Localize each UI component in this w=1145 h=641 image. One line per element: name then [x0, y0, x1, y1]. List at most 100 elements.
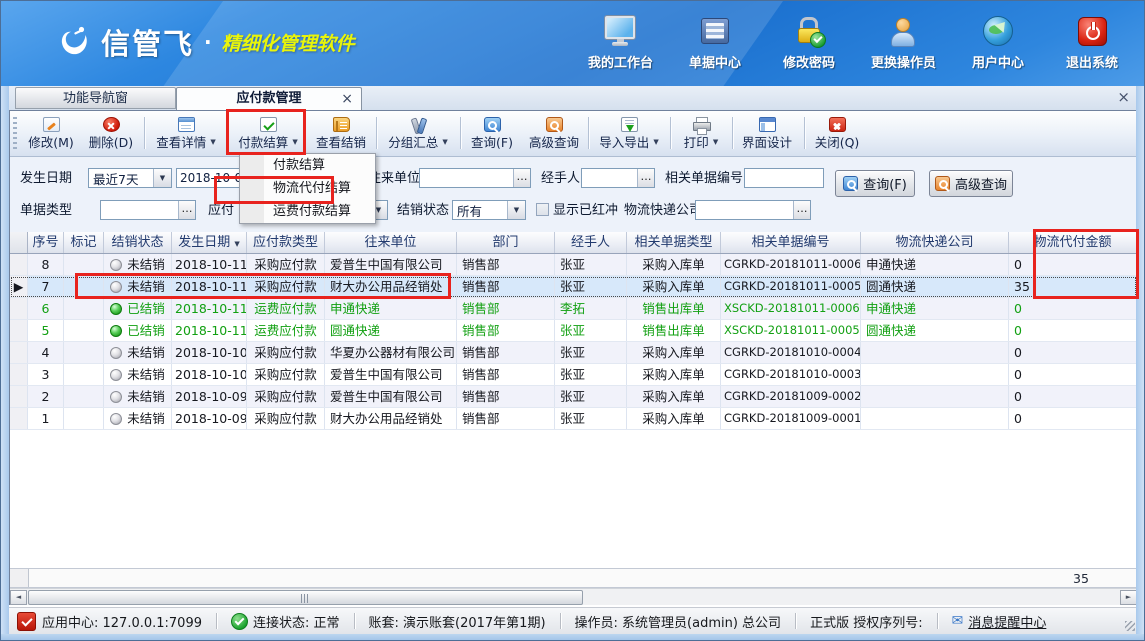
- column-header[interactable]: 发生日期▼: [172, 232, 247, 253]
- row-selector: [10, 364, 28, 385]
- table-row[interactable]: 5已结销2018-10-11运费应付款圆通快递销售部张亚销售出库单XSCKD-2…: [10, 320, 1137, 342]
- statusbar-separator: [354, 613, 355, 629]
- scroll-right-icon[interactable]: ►: [1120, 590, 1137, 605]
- cell-amount: 0: [1009, 298, 1137, 319]
- handler-input[interactable]: [582, 170, 637, 186]
- group-summary-button[interactable]: 分组汇总▼: [382, 114, 454, 153]
- view-writeoff-button[interactable]: 查看结销: [310, 114, 372, 153]
- nav-item-change-password[interactable]: 修改密码: [777, 15, 841, 71]
- toolbar-grip[interactable]: [13, 117, 17, 149]
- import-export-button[interactable]: 导入导出▼: [592, 114, 666, 153]
- cell-seq: 3: [28, 364, 64, 385]
- print-button[interactable]: 打印▼: [674, 114, 728, 153]
- cell-amount: 0: [1009, 320, 1137, 341]
- tab-function-nav[interactable]: 功能导航窗: [15, 87, 176, 109]
- column-header[interactable]: 物流代付金额: [1009, 232, 1137, 253]
- nav-item-exit-system[interactable]: 退出系统: [1060, 15, 1124, 71]
- column-header[interactable]: 经手人: [555, 232, 627, 253]
- column-header[interactable]: 应付款类型: [247, 232, 325, 253]
- menu-item-freight-settle[interactable]: 运费付款结算: [240, 200, 375, 223]
- cell-logistics: [861, 364, 1009, 385]
- nav-item-switch-operator[interactable]: 更换操作员: [871, 15, 936, 71]
- column-header[interactable]: 相关单据编号: [721, 232, 861, 253]
- column-header[interactable]: 序号: [28, 232, 64, 253]
- adv-query-button-toolbar[interactable]: 高级查询: [524, 114, 584, 153]
- logistics-lookup-button[interactable]: …: [793, 201, 810, 219]
- table-row[interactable]: 3未结销2018-10-10采购应付款爱普生中国有限公司销售部张亚采购入库单CG…: [10, 364, 1137, 386]
- menu-item-payment-settle[interactable]: 付款结算: [240, 154, 375, 177]
- delete-button[interactable]: 删除(D): [82, 114, 140, 153]
- doc-type-lookup-button[interactable]: …: [178, 201, 195, 219]
- close-button[interactable]: 关闭(Q): [808, 114, 866, 153]
- column-header[interactable]: 部门: [457, 232, 555, 253]
- cell-date: 2018-10-10: [172, 342, 247, 363]
- cell-date: 2018-10-11: [172, 276, 247, 297]
- edit-button[interactable]: 修改(M): [22, 114, 80, 153]
- cell-doc_no: CGRKD-20181010-0003: [721, 364, 861, 385]
- row-selector: [10, 408, 28, 429]
- column-header[interactable]: 标记: [64, 232, 104, 253]
- logistics-field[interactable]: …: [695, 200, 811, 220]
- column-header[interactable]: 结销状态: [104, 232, 172, 253]
- unsettled-status-icon: [110, 391, 122, 403]
- settle-status-select[interactable]: 所有 ▼: [452, 200, 526, 220]
- query-button[interactable]: 查询(F): [835, 170, 915, 197]
- chevron-down-icon[interactable]: ▼: [507, 201, 525, 219]
- handler-field[interactable]: …: [581, 168, 655, 188]
- partner-input[interactable]: [420, 170, 513, 186]
- cell-dept: 销售部: [457, 320, 555, 341]
- scrollbar-thumb[interactable]: [28, 590, 583, 605]
- cell-mark: [64, 408, 104, 429]
- view-detail-icon: [178, 117, 195, 132]
- view-detail-button[interactable]: 查看详情▼: [148, 114, 224, 153]
- payment-settle-button[interactable]: 付款结算▼: [230, 114, 306, 153]
- unsettled-status-icon: [110, 413, 122, 425]
- table-row[interactable]: ▶7未结销2018-10-11采购应付款财大办公用品经销处销售部张亚采购入库单C…: [10, 276, 1137, 298]
- tab-close-icon[interactable]: ×: [341, 88, 353, 110]
- nav-item-user-center[interactable]: 用户中心: [966, 15, 1030, 71]
- logistics-input[interactable]: [696, 202, 793, 218]
- column-header[interactable]: 相关单据类型: [627, 232, 721, 253]
- table-row[interactable]: 2未结销2018-10-09采购应付款爱普生中国有限公司销售部张亚采购入库单CG…: [10, 386, 1137, 408]
- table-row[interactable]: 6已结销2018-10-11运费应付款申通快递销售部李拓销售出库单XSCKD-2…: [10, 298, 1137, 320]
- tab-payables-management[interactable]: 应付款管理 ×: [176, 87, 362, 110]
- table-row[interactable]: 4未结销2018-10-10采购应付款华夏办公器材有限公司销售部张亚采购入库单C…: [10, 342, 1137, 364]
- toolbar-separator: [376, 117, 377, 149]
- toolbar-separator: [226, 117, 227, 149]
- handler-lookup-button[interactable]: …: [637, 169, 654, 187]
- table-row[interactable]: 1未结销2018-10-09采购应付款财大办公用品经销处销售部张亚采购入库单CG…: [10, 408, 1137, 430]
- tabstrip-close-icon[interactable]: ×: [1117, 88, 1130, 106]
- main-frame: 修改(M) 删除(D) 查看详情▼ 付款结算▼ 查看结销: [9, 110, 1138, 605]
- message-center-link[interactable]: 消息提醒中心: [968, 612, 1046, 631]
- nav-item-workstation[interactable]: 我的工作台: [588, 15, 653, 71]
- adv-query-button[interactable]: 高级查询: [929, 170, 1013, 197]
- query-button-toolbar[interactable]: 查询(F): [464, 114, 520, 153]
- menu-item-logistics-settle[interactable]: 物流代付结算: [240, 177, 375, 200]
- table-row[interactable]: 8未结销2018-10-11采购应付款爱普生中国有限公司销售部张亚采购入库单CG…: [10, 254, 1137, 276]
- cell-date: 2018-10-11: [172, 320, 247, 341]
- ui-design-button[interactable]: 界面设计: [736, 114, 798, 153]
- cell-type: 采购应付款: [247, 386, 325, 407]
- partner-field[interactable]: …: [419, 168, 531, 188]
- cell-mark: [64, 298, 104, 319]
- settle-status-label: 结销状态: [397, 200, 449, 222]
- chevron-down-icon[interactable]: ▼: [153, 169, 171, 187]
- nav-item-document-center[interactable]: 单据中心: [683, 15, 747, 71]
- doc-no-field[interactable]: [744, 168, 824, 188]
- doc-no-input[interactable]: [745, 170, 823, 186]
- show-red-checkbox[interactable]: [536, 203, 549, 216]
- dropdown-caret-icon: ▼: [292, 138, 297, 146]
- scroll-left-icon[interactable]: ◄: [10, 590, 27, 605]
- dropdown-caret-icon: ▼: [442, 138, 447, 146]
- cell-seq: 5: [28, 320, 64, 341]
- date-range-select[interactable]: 最近7天 ▼: [88, 168, 172, 188]
- doc-type-input[interactable]: [101, 202, 178, 218]
- horizontal-scrollbar[interactable]: ◄ ►: [10, 588, 1137, 605]
- row-selector-arrow-icon: ▶: [10, 276, 28, 297]
- cell-logistics: 申通快递: [861, 298, 1009, 319]
- window-bottom-border: [1, 634, 1145, 641]
- partner-lookup-button[interactable]: …: [513, 169, 530, 187]
- column-header[interactable]: 往来单位: [325, 232, 457, 253]
- column-header[interactable]: 物流快递公司: [861, 232, 1009, 253]
- doc-type-field[interactable]: …: [100, 200, 196, 220]
